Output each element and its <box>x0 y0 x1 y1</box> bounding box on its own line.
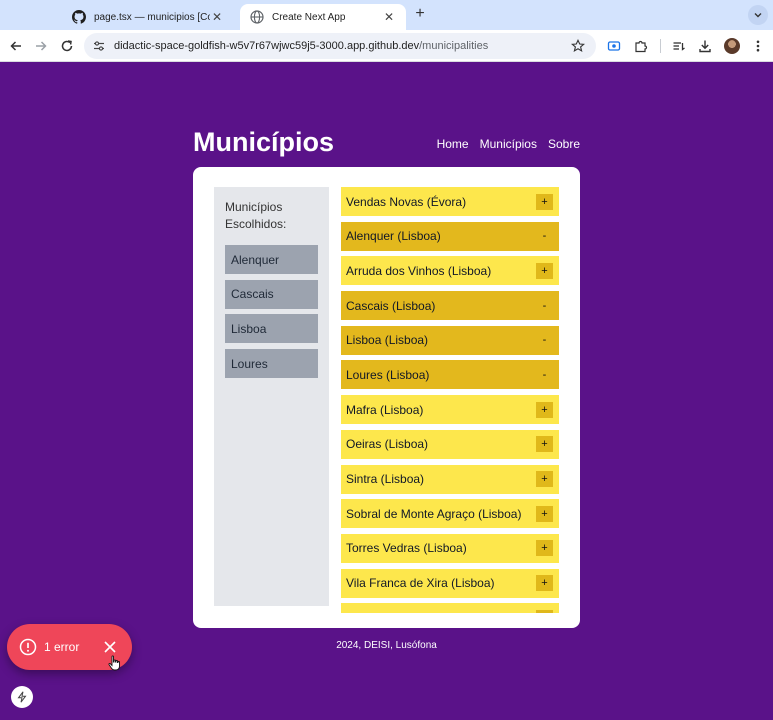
nextjs-dev-indicator[interactable] <box>11 686 33 708</box>
chosen-item: Cascais <box>225 279 318 309</box>
add-button[interactable]: + <box>536 193 553 210</box>
municipality-list[interactable]: Vendas Novas (Évora) + Alenquer (Lisboa) -… <box>341 187 559 613</box>
close-tab-icon[interactable]: ✕ <box>210 10 224 24</box>
tab-github-page-tsx[interactable]: page.tsx — municipios [Code ✕ <box>62 4 234 30</box>
municipality-item[interactable]: Oeiras (Lisboa) + <box>341 429 559 459</box>
municipality-item[interactable]: Vila Franca de Xira (Lisboa) + <box>341 568 559 598</box>
close-icon[interactable] <box>102 639 118 655</box>
chosen-item: Loures <box>225 349 318 379</box>
municipality-label: Arruda dos Vinhos (Lisboa) <box>346 263 492 278</box>
add-button[interactable]: + <box>536 401 553 418</box>
municipality-label: Sobral de Monte Agraço (Lisboa) <box>346 506 522 521</box>
municipality-item[interactable]: Mafra (Lisboa) + <box>341 395 559 425</box>
municipality-item[interactable]: Cascais (Lisboa) - <box>341 291 559 321</box>
municipality-item[interactable]: Vendas Novas (Évora) + <box>341 187 559 216</box>
municipality-label: Lisboa (Lisboa) <box>346 333 429 348</box>
screen-cast-icon[interactable] <box>605 37 623 55</box>
municipality-label: Loures (Lisboa) <box>346 367 430 382</box>
add-button[interactable]: + <box>536 609 553 613</box>
alert-circle-icon <box>19 638 37 656</box>
add-button[interactable]: + <box>536 575 553 592</box>
add-button[interactable]: + <box>536 471 553 487</box>
municipality-label: Cascais (Lisboa) <box>346 298 436 313</box>
extensions-puzzle-icon[interactable] <box>632 37 650 55</box>
municipality-item[interactable]: + <box>341 603 559 613</box>
municipality-label: Vendas Novas (Évora) <box>346 194 467 209</box>
add-button[interactable]: + <box>536 540 553 557</box>
tab-title: Create Next App <box>272 11 346 23</box>
page-header: Municípios Home Municípios Sobre <box>193 125 580 165</box>
remove-button[interactable]: - <box>536 367 553 383</box>
tab-title: page.tsx — municipios [Code <box>94 11 210 23</box>
download-icon[interactable] <box>696 37 714 55</box>
nav-link-home[interactable]: Home <box>437 137 469 151</box>
municipality-item[interactable]: Loures (Lisboa) - <box>341 360 559 390</box>
error-count-label: 1 error <box>44 640 80 654</box>
github-icon <box>72 10 87 24</box>
municipality-item[interactable]: Arruda dos Vinhos (Lisboa) + <box>341 256 559 286</box>
tab-search-chevron-icon[interactable] <box>748 5 768 25</box>
municipality-item[interactable]: Lisboa (Lisboa) - <box>341 325 559 355</box>
municipality-label: Sintra (Lisboa) <box>346 472 425 486</box>
municipality-item[interactable]: Alenquer (Lisboa) - <box>341 221 559 251</box>
url-text: didactic-space-goldfish-w5v7r67wjwc59j5-… <box>114 40 488 52</box>
reload-icon[interactable] <box>58 37 76 55</box>
browser-toolbar: didactic-space-goldfish-w5v7r67wjwc59j5-… <box>0 30 773 62</box>
reading-list-icon[interactable] <box>670 37 688 55</box>
municipality-item[interactable]: Sintra (Lisboa) + <box>341 464 559 494</box>
tab-create-next-app[interactable]: Create Next App ✕ <box>240 4 406 30</box>
municipality-item[interactable]: Torres Vedras (Lisboa) + <box>341 533 559 563</box>
url-path: /municipalities <box>419 40 489 52</box>
add-button[interactable]: + <box>536 262 553 279</box>
back-arrow-icon[interactable] <box>7 37 25 55</box>
main-nav: Home Municípios Sobre <box>437 137 580 151</box>
chosen-list: Alenquer Cascais Lisboa Loures <box>225 245 318 384</box>
nav-link-sobre[interactable]: Sobre <box>548 137 580 151</box>
main-card: Municípios Escolhidos: Alenquer Cascais … <box>193 167 580 628</box>
globe-icon <box>250 10 264 24</box>
add-button[interactable]: + <box>536 505 553 522</box>
chosen-municipalities-panel: Municípios Escolhidos: Alenquer Cascais … <box>214 187 329 606</box>
municipality-item[interactable]: Sobral de Monte Agraço (Lisboa) + <box>341 499 559 529</box>
address-bar[interactable]: didactic-space-goldfish-w5v7r67wjwc59j5-… <box>84 33 596 59</box>
municipality-label: Alenquer (Lisboa) <box>346 229 441 244</box>
close-tab-icon[interactable]: ✕ <box>382 10 396 24</box>
municipality-label: Oeiras (Lisboa) <box>346 437 429 452</box>
more-vertical-icon[interactable] <box>749 37 767 55</box>
municipality-label: Torres Vedras (Lisboa) <box>346 541 467 556</box>
url-host: didactic-space-goldfish-w5v7r67wjwc59j5-… <box>114 40 420 52</box>
lightning-icon <box>17 691 27 703</box>
site-info-icon[interactable] <box>92 39 106 53</box>
chosen-item: Lisboa <box>225 314 318 344</box>
hand-pointer-cursor-icon <box>108 655 122 671</box>
forward-arrow-icon[interactable] <box>32 37 50 55</box>
toolbar-separator <box>660 39 661 53</box>
municipality-label: Mafra (Lisboa) <box>346 402 424 417</box>
nav-link-municipios[interactable]: Municípios <box>480 137 537 151</box>
remove-button[interactable]: - <box>536 332 553 348</box>
page-title: Municípios <box>193 127 334 157</box>
add-button[interactable]: + <box>536 436 553 453</box>
browser-tab-strip: page.tsx — municipios [Code ✕ Create Nex… <box>0 0 773 30</box>
chosen-heading: Municípios Escolhidos: <box>225 200 287 231</box>
new-tab-plus-icon[interactable]: + <box>412 6 428 22</box>
chosen-item: Alenquer <box>225 245 318 274</box>
bookmark-star-icon[interactable] <box>570 38 586 54</box>
profile-avatar[interactable] <box>724 38 740 54</box>
remove-button[interactable]: - <box>536 298 553 314</box>
municipality-label: Vila Franca de Xira (Lisboa) <box>346 576 495 591</box>
remove-button[interactable]: - <box>536 228 553 244</box>
